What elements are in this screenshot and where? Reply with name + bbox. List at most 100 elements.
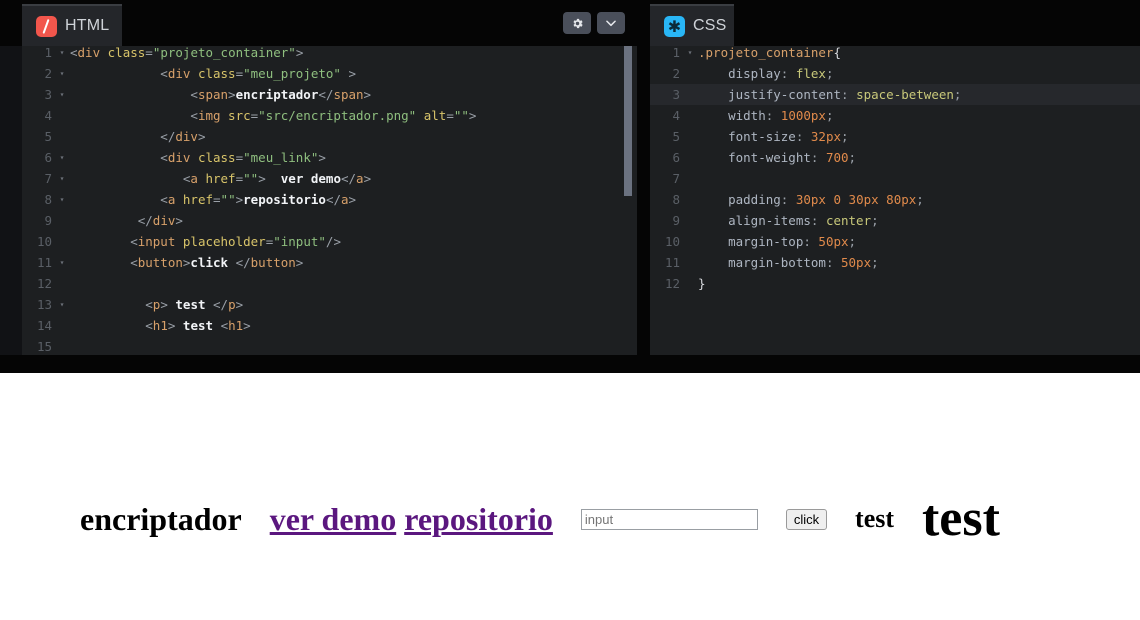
line-number: 6 (44, 150, 52, 165)
code-line-text: <p> test </p> (70, 297, 244, 312)
code-line-text: <img src="src/encriptador.png" alt=""> (70, 108, 477, 123)
fold-arrow-icon[interactable]: ▾ (56, 42, 68, 63)
fold-arrow-icon[interactable]: ▾ (56, 252, 68, 273)
line-number: 8 (44, 192, 52, 207)
line-number: 9 (672, 213, 680, 228)
css-pane-tabbar: ✱ CSS (650, 0, 1140, 46)
tab-html[interactable]: HTML (22, 4, 122, 46)
code-line-text: </div> (70, 129, 206, 144)
code-line[interactable]: 4 <img src="src/encriptador.png" alt=""> (22, 105, 637, 126)
code-line-text: font-weight: 700; (698, 150, 857, 165)
code-line-text: width: 1000px; (698, 108, 834, 123)
code-line-text: font-size: 32px; (698, 129, 849, 144)
html-vertical-scrollbar[interactable] (624, 46, 632, 196)
code-line[interactable]: 12} (650, 273, 1140, 294)
code-line-text: <a href="">repositorio</a> (70, 192, 357, 207)
code-line-text: <div class="projeto_container"> (70, 45, 304, 60)
line-number: 4 (672, 108, 680, 123)
line-number: 3 (44, 87, 52, 102)
meu-projeto-block: encriptador (80, 501, 242, 538)
preview-paragraph: test (855, 504, 895, 533)
tab-css-label: CSS (693, 17, 727, 34)
html-pane-toolbar (563, 12, 625, 34)
line-number: 1 (44, 45, 52, 60)
html-code-lines: 1 ▾ <div class="projeto_container"> 2 ▾ <div… (22, 42, 637, 355)
preview-text-input[interactable] (580, 508, 758, 530)
code-line-text: } (698, 276, 706, 291)
css-editor-pane: ✱ CSS 1 ▾ .projeto_container{ 2 display: fl… (650, 0, 1140, 355)
line-number: 11 (36, 255, 52, 270)
line-number: 14 (36, 318, 52, 333)
link-repositorio[interactable]: repositorio (404, 501, 553, 537)
line-number: 13 (36, 297, 52, 312)
code-line[interactable]: 15 (22, 336, 637, 355)
fold-arrow-icon[interactable]: ▾ (56, 147, 68, 168)
line-number: 4 (44, 108, 52, 123)
tab-html-label: HTML (65, 17, 110, 34)
line-number: 8 (672, 192, 680, 207)
tab-css[interactable]: ✱ CSS (650, 4, 734, 46)
line-number: 10 (36, 234, 52, 249)
css-code-lines: 1 ▾ .projeto_container{ 2 display: flex; 3 j… (650, 42, 1140, 294)
code-line-text: .projeto_container{ (698, 45, 841, 60)
css-code-area[interactable]: 1 ▾ .projeto_container{ 2 display: flex; 3 j… (650, 42, 1140, 355)
code-line-text: <button>click </button> (70, 255, 304, 270)
code-line[interactable]: 13 ▾ <p> test </p> (22, 294, 637, 315)
code-line[interactable]: 8 ▾ <a href="">repositorio</a> (22, 189, 637, 210)
code-line-text: margin-bottom: 50px; (698, 255, 879, 270)
fold-arrow-icon[interactable]: ▾ (56, 63, 68, 84)
line-number: 9 (44, 213, 52, 228)
preview-pane: encriptador ver demo repositorio click t… (0, 373, 1140, 620)
code-line[interactable]: 14 <h1> test <h1> (22, 315, 637, 336)
code-line[interactable]: 11 ▾ <button>click </button> (22, 252, 637, 273)
line-number: 1 (672, 45, 680, 60)
chevron-down-icon[interactable] (597, 12, 625, 34)
fold-arrow-icon[interactable]: ▾ (56, 168, 68, 189)
link-ver-demo[interactable]: ver demo (270, 501, 396, 537)
css-asterisk-icon: ✱ (664, 15, 685, 37)
code-line[interactable]: 4 width: 1000px; (650, 105, 1140, 126)
code-line[interactable]: 5 </div> (22, 126, 637, 147)
code-line[interactable]: 1 ▾ .projeto_container{ (650, 42, 1140, 63)
line-number: 2 (44, 66, 52, 81)
code-line[interactable]: 1 ▾ <div class="projeto_container"> (22, 42, 637, 63)
line-number: 3 (672, 87, 680, 102)
code-line[interactable]: 9 </div> (22, 210, 637, 231)
fold-arrow-icon[interactable]: ▾ (56, 294, 68, 315)
line-number: 7 (672, 171, 680, 186)
fold-arrow-icon[interactable]: ▾ (56, 84, 68, 105)
code-line[interactable]: 10 <input placeholder="input"/> (22, 231, 637, 252)
projeto-container: encriptador ver demo repositorio click t… (0, 463, 1000, 575)
code-line[interactable]: 10 margin-top: 50px; (650, 231, 1140, 252)
line-number: 10 (664, 234, 680, 249)
html5-slash-icon (36, 15, 57, 37)
code-line[interactable]: 3 ▾ <span>encriptador</span> (22, 84, 637, 105)
html-editor-pane: HTML 1 ▾ <div class="projeto_container">… (0, 0, 637, 355)
line-number: 5 (44, 129, 52, 144)
fold-arrow-icon[interactable]: ▾ (684, 42, 696, 63)
gear-icon[interactable] (563, 12, 591, 34)
code-line[interactable]: 3 justify-content: space-between; (650, 84, 1140, 105)
code-line[interactable]: 7 ▾ <a href=""> ver demo</a> (22, 168, 637, 189)
code-line[interactable]: 7 (650, 168, 1140, 189)
code-line[interactable]: 12 (22, 273, 637, 294)
preview-heading: test (921, 490, 1000, 547)
html-code-area[interactable]: 1 ▾ <div class="projeto_container"> 2 ▾ <div… (22, 42, 637, 355)
code-line[interactable]: 8 padding: 30px 0 30px 80px; (650, 189, 1140, 210)
code-line[interactable]: 5 font-size: 32px; (650, 126, 1140, 147)
code-line[interactable]: 6 ▾ <div class="meu_link"> (22, 147, 637, 168)
code-line-text: padding: 30px 0 30px 80px; (698, 192, 924, 207)
code-line-text: display: flex; (698, 66, 834, 81)
code-line[interactable]: 6 font-weight: 700; (650, 147, 1140, 168)
code-line[interactable]: 11 margin-bottom: 50px; (650, 252, 1140, 273)
preview-click-button[interactable]: click (785, 508, 828, 530)
code-line[interactable]: 2 ▾ <div class="meu_projeto" > (22, 63, 637, 84)
code-line[interactable]: 2 display: flex; (650, 63, 1140, 84)
line-number: 5 (672, 129, 680, 144)
line-number: 7 (44, 171, 52, 186)
code-line[interactable]: 9 align-items: center; (650, 210, 1140, 231)
code-line-text: <a href=""> ver demo</a> (70, 171, 372, 186)
fold-arrow-icon[interactable]: ▾ (56, 189, 68, 210)
editor-zone: HTML 1 ▾ <div class="projeto_container">… (0, 0, 1140, 373)
editor-left-rail (0, 0, 22, 355)
